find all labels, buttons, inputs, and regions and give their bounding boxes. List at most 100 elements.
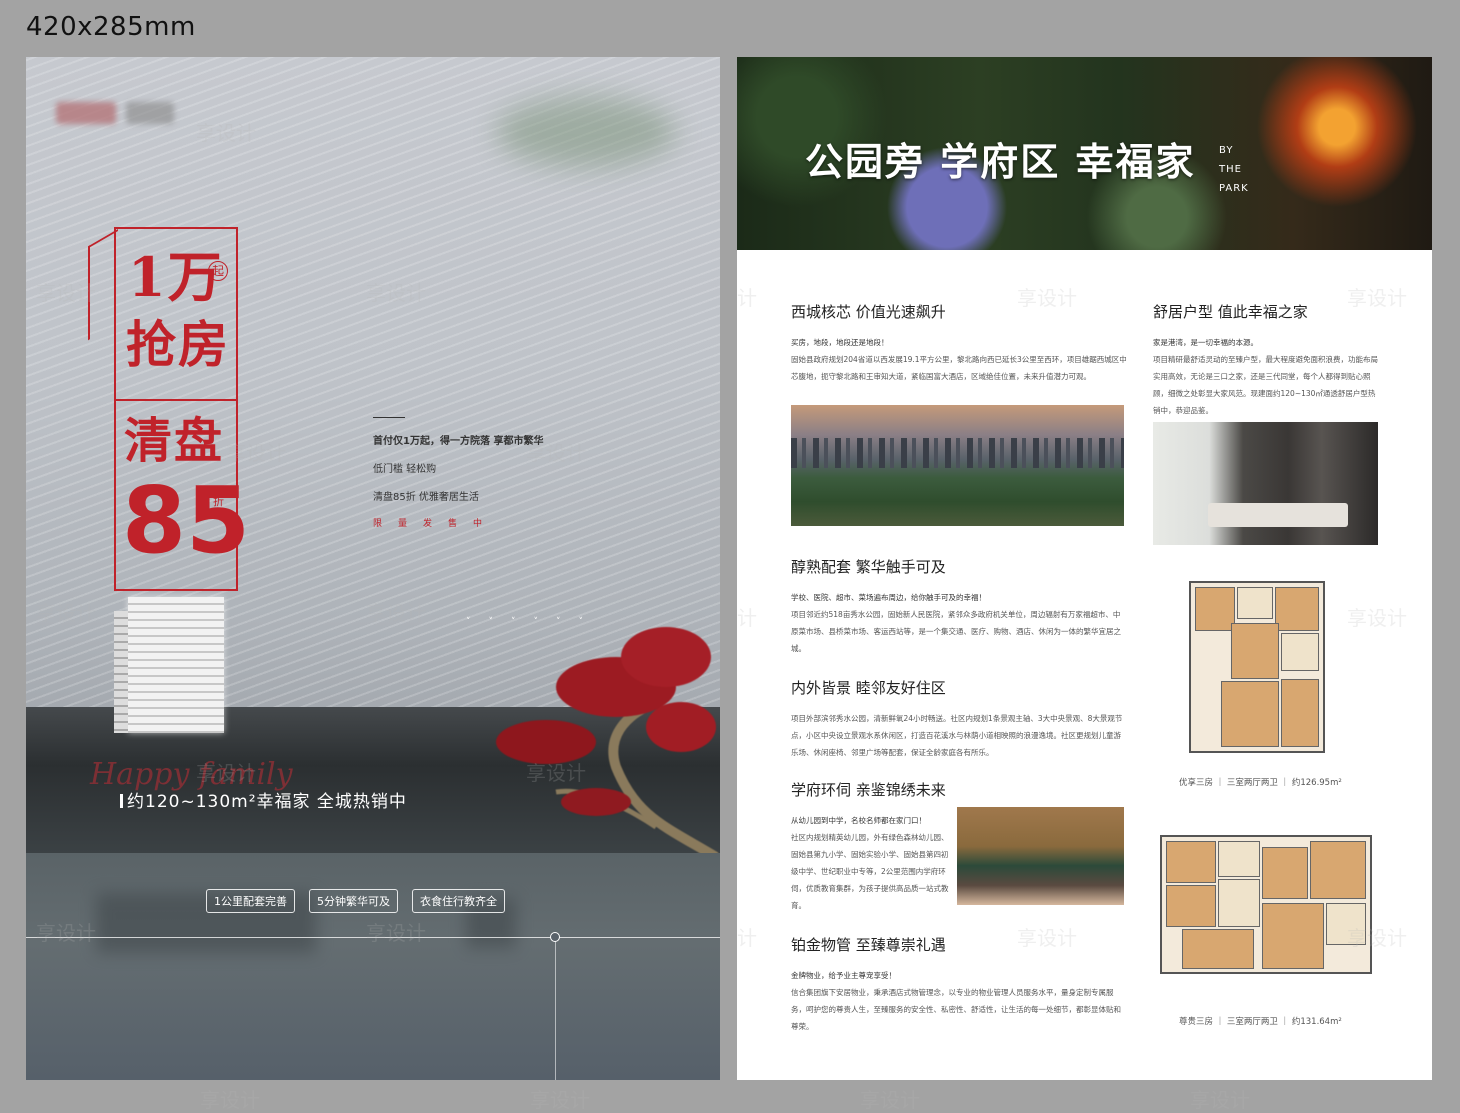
feature-chips: 1公里配套完善 5分钟繁华可及 衣食住行教齐全 bbox=[206, 889, 505, 913]
headline-bar bbox=[120, 794, 123, 808]
floorplan-name: 优享三房 bbox=[1179, 778, 1214, 788]
section-lead: 从幼儿园到中学，名校名师都在家门口！ bbox=[791, 816, 926, 825]
section-title: 学府环伺 亲鉴锦绣未来 bbox=[791, 781, 946, 799]
watermark: 享设计 bbox=[1190, 1088, 1250, 1112]
divider-line bbox=[26, 937, 720, 938]
banner-by-text: BY THE PARK bbox=[1219, 141, 1249, 198]
tower-illustration bbox=[114, 597, 224, 733]
section-title: 内外皆景 睦邻友好住区 bbox=[791, 679, 946, 697]
right-poster: 公园旁 学府区 幸福家 BY THE PARK 西城核芯 价值光速飙升 买房，地… bbox=[737, 57, 1432, 1080]
headline-text: 约120~130m²幸福家 全城热销中 bbox=[127, 792, 407, 812]
watermark: 享设计 bbox=[737, 926, 757, 950]
promo-line4: 85 bbox=[122, 467, 251, 574]
section-layout: 舒居户型 值此幸福之家 家是港湾，是一切幸福的本源。 项目精研最舒适灵动的至臻户… bbox=[1153, 301, 1381, 419]
plan-room bbox=[1166, 885, 1216, 927]
banner-by-line: PARK bbox=[1219, 183, 1249, 194]
plan-room bbox=[1262, 903, 1324, 969]
section-property-mgmt: 铂金物管 至臻尊崇礼遇 金牌物业，给予业主尊宠享受！ 信合集团旗下安居物业，秉承… bbox=[791, 934, 1127, 1035]
floorplan-caption: 尊贵三房 ｜ 三室两厅两卫 ｜ 约131.64m² bbox=[1179, 1017, 1342, 1027]
section-lead: 家是港湾，是一切幸福的本源。 bbox=[1153, 338, 1258, 347]
plan-room bbox=[1166, 841, 1216, 883]
promo-line2: 抢房 bbox=[126, 315, 230, 374]
promo-top: 1万 起 抢房 bbox=[116, 229, 236, 401]
feature-chip: 1公里配套完善 bbox=[206, 889, 295, 913]
floorplan-caption: 优享三房 ｜ 三室两厅两卫 ｜ 约126.95m² bbox=[1179, 778, 1342, 788]
plan-room bbox=[1231, 623, 1279, 679]
watermark: 享设计 bbox=[737, 606, 757, 630]
classroom-photo bbox=[957, 807, 1124, 905]
section-schools: 学府环伺 亲鉴锦绣未来 从幼儿园到中学，名校名师都在家门口！ 社区内规划精英幼儿… bbox=[791, 779, 951, 914]
feature-chip: 衣食住行教齐全 bbox=[412, 889, 505, 913]
plan-room bbox=[1237, 587, 1273, 619]
section-landscape: 内外皆景 睦邻友好住区 项目外部滨邻秀水公园，清新鲜氧24小时畅送。社区内规划1… bbox=[791, 677, 1127, 761]
promo-box: 1万 起 抢房 清盘 85 折 bbox=[114, 227, 250, 591]
size-label: 420x285mm bbox=[26, 12, 196, 42]
floorplan-1 bbox=[1189, 581, 1325, 753]
taglines: 首付仅1万起，得一方院落 享都市繁华 低门槛 轻松购 清盘85折 优雅奢居生活 … bbox=[373, 417, 543, 542]
watermark: 享设计 bbox=[737, 286, 757, 310]
section-body: 项目邻近约518亩秀水公园，固始新人民医院，紧邻众多政府机关单位，周边辐射有万家… bbox=[791, 610, 1121, 653]
plan-room bbox=[1326, 903, 1366, 945]
banner-by-line: BY bbox=[1219, 145, 1234, 156]
section-amenities: 醇熟配套 繁华触手可及 学校、医院、超市、菜场遍布周边，给你触手可及的幸福！ 项… bbox=[791, 556, 1127, 657]
tagline-rule bbox=[373, 417, 405, 418]
plan-room bbox=[1195, 587, 1235, 631]
feature-chip: 5分钟繁华可及 bbox=[309, 889, 398, 913]
blurred-logo-text bbox=[126, 102, 174, 124]
location-pin-icon bbox=[550, 932, 560, 942]
floorplan-name: 尊贵三房 bbox=[1179, 1017, 1214, 1027]
section-body: 信合集团旗下安居物业，秉承酒店式物管理念，以专业的物业管理人员服务水平，量身定制… bbox=[791, 988, 1121, 1031]
watermark: 享设计 bbox=[860, 1088, 920, 1112]
sub-headline: 约120~130m²幸福家 全城热销中 bbox=[120, 787, 407, 812]
divider-vertical bbox=[555, 937, 556, 1080]
watermark: 享设计 bbox=[200, 1088, 260, 1112]
section-title: 舒居户型 值此幸福之家 bbox=[1153, 303, 1308, 321]
skyline bbox=[791, 438, 1124, 468]
promo-bottom: 清盘 85 折 bbox=[116, 401, 250, 589]
city-photo bbox=[791, 405, 1124, 526]
sofa bbox=[1208, 503, 1348, 527]
red-tree-illustration bbox=[496, 627, 719, 857]
section-lead: 买房，地段，地段还是地段！ bbox=[791, 338, 889, 347]
blurred-logo bbox=[56, 102, 116, 124]
section-lead: 金牌物业，给予业主尊宠享受！ bbox=[791, 971, 896, 980]
plan-room bbox=[1218, 841, 1260, 877]
banner-by-line: THE bbox=[1219, 164, 1242, 175]
tagline-red: 限量发售中 bbox=[373, 519, 499, 529]
banner-title: 公园旁 学府区 幸福家 bbox=[805, 139, 1196, 184]
plan-room bbox=[1281, 633, 1319, 671]
living-room-photo bbox=[1153, 422, 1378, 545]
reflection-area bbox=[26, 853, 720, 1080]
plan-room bbox=[1182, 929, 1254, 969]
plan-room bbox=[1310, 841, 1366, 899]
watermark: 享设计 bbox=[530, 1088, 590, 1112]
plan-room bbox=[1281, 679, 1319, 747]
garden-banner: 公园旁 学府区 幸福家 BY THE PARK bbox=[737, 57, 1432, 250]
floorplan-area: 约131.64m² bbox=[1291, 1017, 1342, 1027]
floorplan-layout: 三室两厅两卫 bbox=[1226, 1017, 1278, 1027]
discount-unit: 折 bbox=[213, 495, 224, 508]
section-body: 项目精研最舒适灵动的至臻户型，最大程度避免面积浪费，功能布局实用高效，无论是三口… bbox=[1153, 355, 1378, 415]
section-body: 项目外部滨邻秀水公园，清新鲜氧24小时畅送。社区内规划1条景观主轴、3大中央景观… bbox=[791, 714, 1123, 757]
tagline: 首付仅1万起，得一方院落 享都市繁华 bbox=[373, 436, 544, 447]
tagline: 低门槛 轻松购 bbox=[373, 464, 437, 475]
watermark: 享设计 bbox=[1347, 606, 1407, 630]
plan-room bbox=[1221, 681, 1279, 747]
section-body: 固始县政府规划204省道以西发展19.1平方公里，黎北路向西已延长3公里至西环，… bbox=[791, 355, 1127, 381]
section-body: 社区内规划精英幼儿园，外有绿色森林幼儿园、固始县第九小学、固始实验小学、固始县第… bbox=[791, 833, 949, 910]
floorplan-2 bbox=[1160, 835, 1372, 974]
plan-room bbox=[1275, 587, 1319, 631]
blurred-plant bbox=[496, 97, 676, 167]
section-title: 铂金物管 至臻尊崇礼遇 bbox=[791, 936, 946, 954]
promo-badge: 起 bbox=[208, 261, 228, 281]
left-poster: 1万 起 抢房 清盘 85 折 首付仅1万起，得一方院落 享都市繁华 低门槛 轻… bbox=[26, 57, 720, 1080]
section-title: 西城核芯 价值光速飙升 bbox=[791, 303, 946, 321]
section-lead: 学校、医院、超市、菜场遍布周边，给你触手可及的幸福！ bbox=[791, 593, 986, 602]
plan-room bbox=[1218, 879, 1260, 927]
section-title: 醇熟配套 繁华触手可及 bbox=[791, 558, 946, 576]
floorplan-area: 约126.95m² bbox=[1291, 778, 1342, 788]
plan-room bbox=[1262, 847, 1308, 899]
promo-line3: 清盘 bbox=[124, 413, 225, 469]
section-location: 西城核芯 价值光速飙升 买房，地段，地段还是地段！ 固始县政府规划204省道以西… bbox=[791, 301, 1127, 385]
floorplan-layout: 三室两厅两卫 bbox=[1226, 778, 1278, 788]
